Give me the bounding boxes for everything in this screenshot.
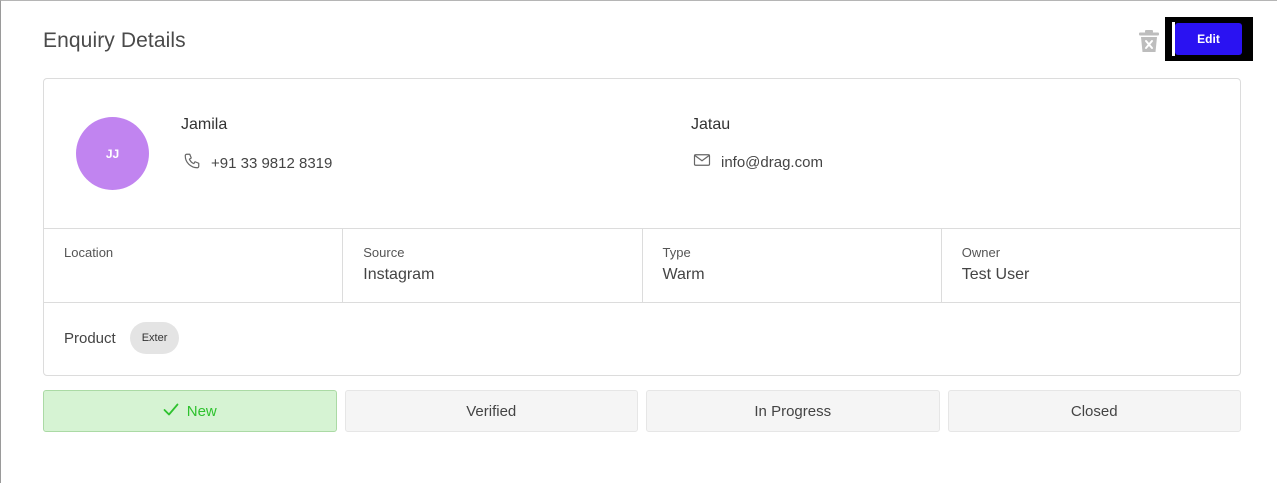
status-step-in-progress[interactable]: In Progress xyxy=(646,390,940,432)
detail-value: Warm xyxy=(662,266,705,283)
detail-value: Instagram xyxy=(363,266,435,283)
detail-value: Test User xyxy=(961,266,1030,283)
detail-type: Type Warm xyxy=(643,229,942,302)
phone-field: +91 33 9812 8319 xyxy=(183,152,332,174)
check-icon xyxy=(163,403,179,420)
detail-label: Location xyxy=(64,245,114,260)
edit-button-highlight: Edit xyxy=(1165,17,1253,61)
first-name: Jamila xyxy=(181,116,228,133)
detail-location: Location xyxy=(44,229,344,302)
status-step-verified[interactable]: Verified xyxy=(344,390,638,432)
product-chip[interactable]: Exter xyxy=(129,322,180,354)
page-title: Enquiry Details xyxy=(43,29,186,52)
status-step-label: New xyxy=(186,402,217,420)
phone-icon xyxy=(183,152,201,174)
avatar: JJ xyxy=(76,117,149,190)
status-step-closed[interactable]: Closed xyxy=(947,390,1241,432)
detail-owner: Owner Test User xyxy=(942,229,1240,302)
edit-button[interactable]: Edit xyxy=(1172,22,1242,56)
product-label: Product xyxy=(64,329,116,347)
last-name: Jatau xyxy=(691,116,731,133)
status-step-label: In Progress xyxy=(754,402,832,420)
email-field: info@drag.com xyxy=(693,152,823,172)
detail-source: Source Instagram xyxy=(343,229,643,302)
trash-icon[interactable] xyxy=(1138,29,1160,53)
status-pipeline: New Verified In Progress Closed xyxy=(43,390,1241,432)
detail-label: Source xyxy=(363,245,405,260)
status-step-label: Verified xyxy=(466,402,517,420)
product-row: Product Exter xyxy=(64,322,180,354)
mail-icon xyxy=(693,152,711,172)
status-step-label: Closed xyxy=(1070,402,1118,420)
details-row: Location Source Instagram Type Warm Owne… xyxy=(44,228,1240,303)
email-address: info@drag.com xyxy=(721,153,823,171)
detail-label: Owner xyxy=(961,245,1001,260)
phone-number: +91 33 9812 8319 xyxy=(211,154,333,172)
status-step-new[interactable]: New xyxy=(43,390,337,432)
detail-label: Type xyxy=(662,245,691,260)
enquiry-card: JJ Jamila Jatau +91 33 9812 8319 info@dr… xyxy=(43,78,1241,376)
app-frame: Enquiry Details Edit JJ Jamila Jatau +91… xyxy=(0,0,1277,483)
